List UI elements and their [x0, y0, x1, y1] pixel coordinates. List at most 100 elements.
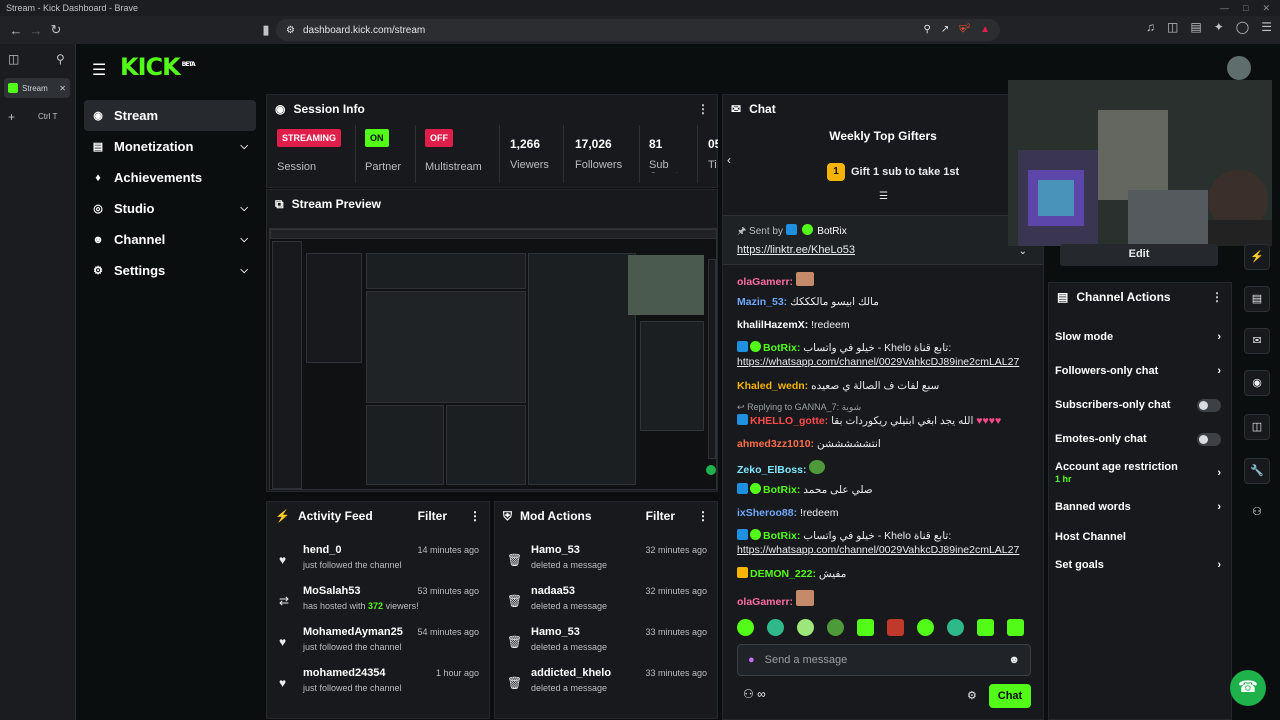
forward-icon[interactable]: →: [26, 23, 46, 38]
leo-icon[interactable]: ✦: [1214, 20, 1224, 34]
account-age-row[interactable]: Account age restriction 1 hr ›: [1055, 461, 1221, 485]
sidebar-toggle-icon[interactable]: ◫: [1167, 20, 1178, 34]
chat-message[interactable]: olaGamerr:: [737, 590, 1035, 609]
emote-icon[interactable]: [797, 619, 814, 636]
chat-message[interactable]: Zeko_ElBoss:: [737, 460, 1035, 477]
edit-button[interactable]: Edit: [1060, 244, 1218, 266]
chat-message[interactable]: olaGamerr:: [737, 272, 1035, 289]
tab-close-icon[interactable]: ✕: [59, 84, 66, 93]
maximize-icon[interactable]: □: [1243, 3, 1248, 13]
user-avatar[interactable]: [1227, 56, 1251, 80]
minimize-icon[interactable]: —: [1220, 3, 1229, 13]
brave-rewards-icon[interactable]: ▲: [980, 24, 990, 35]
filter-button[interactable]: Filter: [418, 509, 447, 523]
site-info-icon[interactable]: ⚙: [286, 25, 295, 36]
tab-stream[interactable]: Stream ✕: [4, 78, 70, 98]
emote-icon[interactable]: [827, 619, 844, 636]
zoom-icon[interactable]: ⚲: [924, 24, 931, 35]
username[interactable]: mohamed24354: [303, 667, 386, 679]
chat-message[interactable]: Mazin_53: مالك ابيسو مالكككك: [737, 295, 1035, 309]
slow-mode-row[interactable]: Slow mode ›: [1055, 331, 1221, 343]
chat-username[interactable]: DEMON_222:: [750, 568, 816, 580]
filter-button[interactable]: Filter: [646, 509, 675, 523]
host-channel-row[interactable]: Host Channel: [1055, 531, 1221, 543]
set-goals-row[interactable]: Set goals ›: [1055, 559, 1221, 571]
chat-message[interactable]: BotRix: خيلو في واتساب - Khelo تابع قناة…: [737, 529, 1035, 557]
chat-settings-icon[interactable]: ⚙: [967, 689, 977, 702]
microphone-icon[interactable]: ●: [748, 654, 755, 666]
chat-message[interactable]: BotRix: صلي على محمد: [737, 483, 1035, 497]
bookmark-icon[interactable]: ▮: [256, 22, 276, 38]
sidebar-item-stream[interactable]: ◉ Stream: [84, 100, 256, 131]
emote-icon[interactable]: [977, 619, 994, 636]
chat-username[interactable]: ixSheroo88:: [737, 507, 797, 519]
followers-only-row[interactable]: Followers-only chat ›: [1055, 365, 1221, 377]
chat-username[interactable]: BotRix:: [763, 342, 800, 354]
username[interactable]: hend_0: [303, 544, 342, 556]
tab-panel-icon[interactable]: ◫: [8, 52, 19, 66]
username[interactable]: addicted_khelo: [531, 667, 611, 679]
chat-username[interactable]: olaGamerr:: [737, 596, 793, 608]
chat-message[interactable]: ixSheroo88: !redeem: [737, 506, 1035, 520]
emoji-icon[interactable]: ☻: [1008, 654, 1020, 666]
support-headset-icon[interactable]: ☎: [1230, 670, 1266, 706]
sidebar-item-achievements[interactable]: ♦ Achievements: [84, 162, 256, 193]
sidebar-item-channel[interactable]: ☻ Channel ⌵: [84, 224, 256, 255]
chat-link[interactable]: https://whatsapp.com/channel/0029VahkcDJ…: [737, 356, 1019, 368]
emote-icon[interactable]: [1007, 619, 1024, 636]
url-bar[interactable]: ⚙ dashboard.kick.com/stream ⚲ ↗ ⛨2 ▲: [276, 19, 1000, 41]
emote-icon[interactable]: [887, 619, 904, 636]
send-chat-button[interactable]: Chat: [989, 684, 1031, 708]
gifter-slot[interactable]: 1 Gift 1 sub to take 1st: [827, 163, 959, 181]
chevron-left-icon[interactable]: ‹: [727, 153, 731, 167]
chat-message[interactable]: KHELLO_gotte: الله يجد ابغي ابتيلي ريكور…: [737, 414, 1035, 428]
share-icon[interactable]: ↗: [941, 24, 949, 35]
chat-link[interactable]: https://whatsapp.com/channel/0029VahkcDJ…: [737, 544, 1019, 556]
menu-icon[interactable]: ☰: [1261, 20, 1272, 34]
chat-username[interactable]: Mazin_53:: [737, 296, 787, 308]
wrench-icon[interactable]: 🔧: [1244, 458, 1270, 484]
lightning-icon[interactable]: ⚡: [1244, 244, 1270, 270]
close-icon[interactable]: ✕: [1262, 3, 1270, 14]
more-options-icon[interactable]: ⋮: [697, 509, 709, 523]
broadcast-icon[interactable]: ◉: [1244, 370, 1270, 396]
sidebar-item-studio[interactable]: ◎ Studio ⌵: [84, 193, 256, 224]
chat-username[interactable]: BotRix:: [763, 484, 800, 496]
emote-icon[interactable]: [917, 619, 934, 636]
vpn-icon[interactable]: ◯: [1236, 20, 1249, 34]
kick-logo[interactable]: KICK BETA: [120, 53, 196, 81]
username[interactable]: Hamo_53: [531, 544, 580, 556]
chat-message[interactable]: Khaled_wedn: سبع لفات ف الصالة ي صعيده: [737, 379, 1035, 393]
more-options-icon[interactable]: ⋮: [697, 102, 709, 116]
emote-icon[interactable]: [947, 619, 964, 636]
chat-username[interactable]: khalilHazemX:: [737, 319, 808, 331]
share-nodes-icon[interactable]: ⚇: [1244, 500, 1270, 526]
chat-message[interactable]: BotRix: خيلو في واتساب - Khelo تابع قناة…: [737, 341, 1035, 369]
wallet-icon[interactable]: ▤: [1190, 20, 1201, 34]
document-icon[interactable]: ▤: [1244, 286, 1270, 312]
stream-preview-video[interactable]: [269, 228, 717, 490]
media-icon[interactable]: ♫: [1146, 20, 1155, 34]
chat-input[interactable]: ● Send a message ☻: [737, 644, 1031, 676]
emote-icon[interactable]: [857, 619, 874, 636]
chat-username[interactable]: Zeko_ElBoss:: [737, 464, 806, 476]
banned-words-row[interactable]: Banned words ›: [1055, 501, 1221, 513]
hamburger-menu-icon[interactable]: ☰: [92, 60, 106, 80]
back-icon[interactable]: ←: [6, 23, 26, 38]
chat-message[interactable]: khalilHazemX: !redeem: [737, 318, 1035, 332]
chat-username[interactable]: olaGamerr:: [737, 276, 793, 288]
username[interactable]: MohamedAyman25: [303, 626, 403, 638]
sidebar-item-monetization[interactable]: ▤ Monetization ⌵: [84, 131, 256, 162]
bot-settings-icon[interactable]: ⚇ ∞: [743, 687, 766, 701]
chat-message[interactable]: DEMON_222: مفيش: [737, 567, 1035, 581]
tab-search-icon[interactable]: ⚲: [56, 52, 65, 66]
username[interactable]: nadaa53: [531, 585, 575, 597]
brave-shields-icon[interactable]: ⛨2: [959, 24, 970, 35]
emote-icon[interactable]: [737, 619, 754, 636]
emote-icon[interactable]: [767, 619, 784, 636]
emotes-only-toggle[interactable]: [1197, 433, 1221, 446]
pinned-link[interactable]: https://linktr.ee/KheLo53: [737, 244, 855, 256]
collapse-icon[interactable]: ☰: [879, 191, 888, 202]
chat-username[interactable]: KHELLO_gotte:: [750, 415, 828, 427]
sidebar-item-settings[interactable]: ⚙ Settings ⌵: [84, 255, 256, 286]
